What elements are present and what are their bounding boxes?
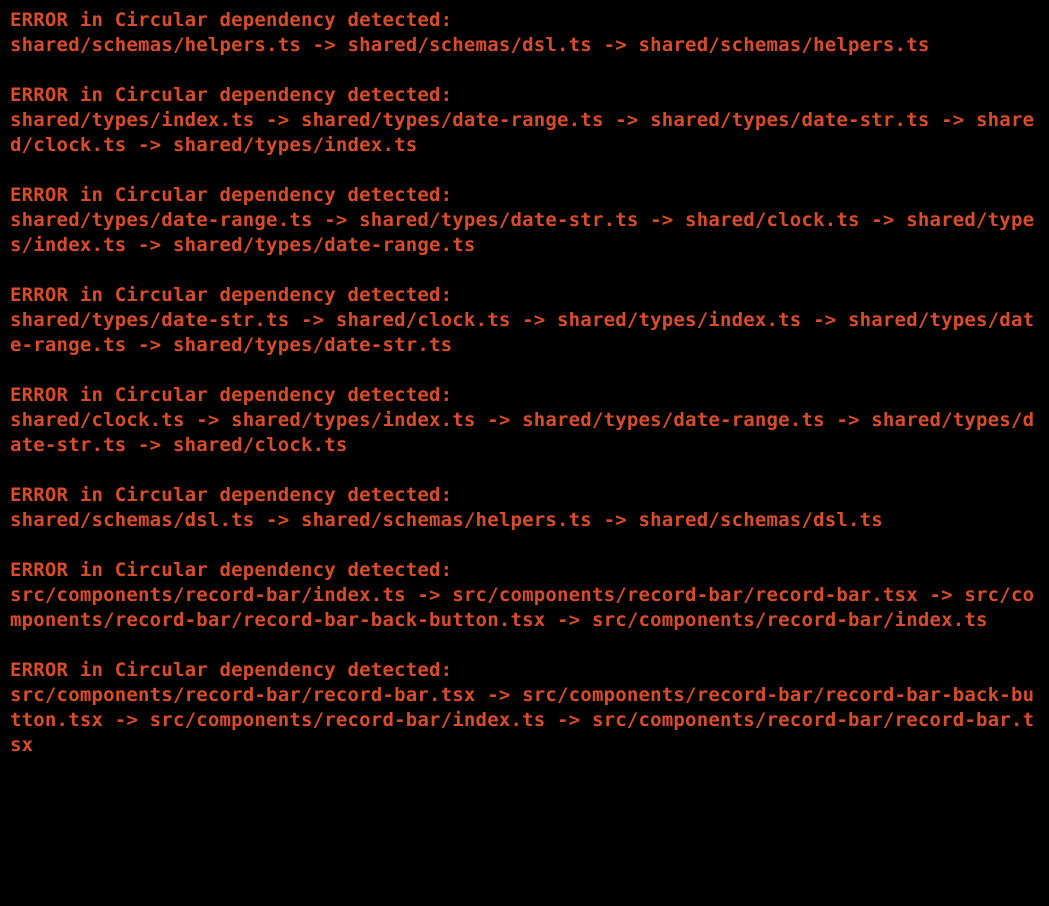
error-header: ERROR in Circular dependency detected: xyxy=(10,284,452,306)
error-block: ERROR in Circular dependency detected: s… xyxy=(10,658,1041,758)
error-block: ERROR in Circular dependency detected: s… xyxy=(10,83,1041,158)
error-header: ERROR in Circular dependency detected: xyxy=(10,659,452,681)
error-block: ERROR in Circular dependency detected: s… xyxy=(10,183,1041,258)
error-body: shared/schemas/helpers.ts -> shared/sche… xyxy=(10,34,929,56)
error-block: ERROR in Circular dependency detected: s… xyxy=(10,283,1041,358)
error-body: shared/clock.ts -> shared/types/index.ts… xyxy=(10,409,1034,456)
error-header: ERROR in Circular dependency detected: xyxy=(10,9,452,31)
error-header: ERROR in Circular dependency detected: xyxy=(10,384,452,406)
terminal-output: ERROR in Circular dependency detected: s… xyxy=(0,0,1049,766)
error-block: ERROR in Circular dependency detected: s… xyxy=(10,8,1041,58)
error-block: ERROR in Circular dependency detected: s… xyxy=(10,558,1041,633)
error-body: shared/schemas/dsl.ts -> shared/schemas/… xyxy=(10,509,883,531)
error-block: ERROR in Circular dependency detected: s… xyxy=(10,483,1041,533)
error-body: shared/types/date-range.ts -> shared/typ… xyxy=(10,209,1034,256)
error-block: ERROR in Circular dependency detected: s… xyxy=(10,383,1041,458)
error-header: ERROR in Circular dependency detected: xyxy=(10,84,452,106)
error-header: ERROR in Circular dependency detected: xyxy=(10,559,452,581)
error-header: ERROR in Circular dependency detected: xyxy=(10,484,452,506)
error-header: ERROR in Circular dependency detected: xyxy=(10,184,452,206)
error-body: src/components/record-bar/index.ts -> sr… xyxy=(10,584,1034,631)
error-body: shared/types/date-str.ts -> shared/clock… xyxy=(10,309,1034,356)
error-body: src/components/record-bar/record-bar.tsx… xyxy=(10,684,1034,756)
error-body: shared/types/index.ts -> shared/types/da… xyxy=(10,109,1034,156)
